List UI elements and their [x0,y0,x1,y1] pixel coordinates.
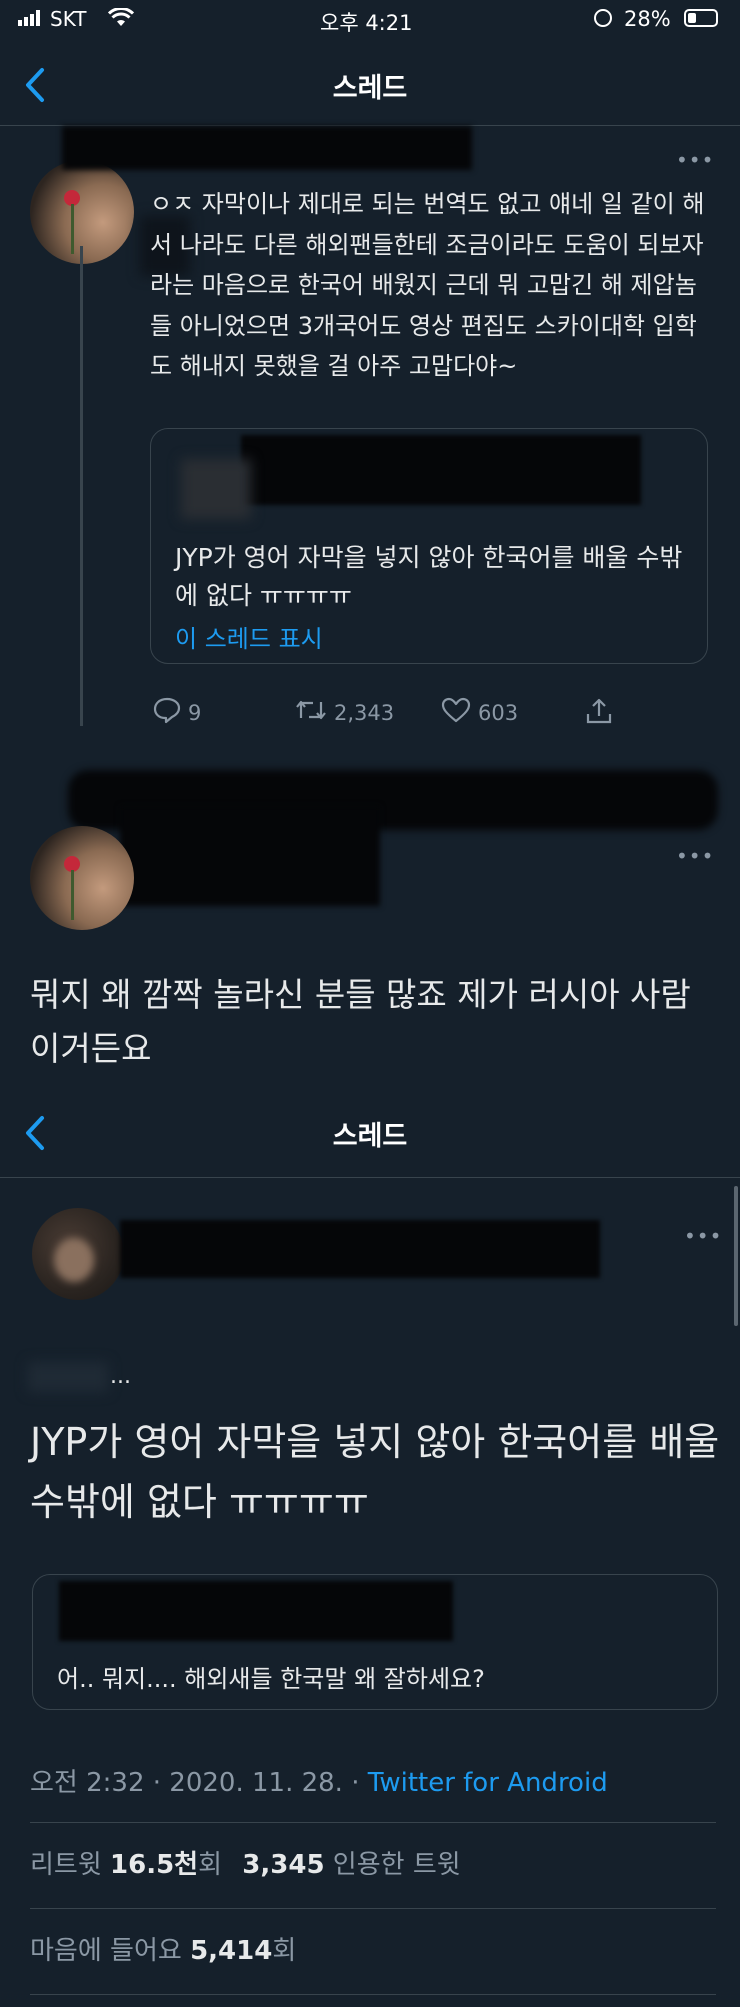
redacted-quote-author [241,435,641,505]
timestamp-text: 오전 2:32 · 2020. 11. 28. · [30,1768,368,1798]
retweet-count: 2,343 [334,700,395,725]
quoted-tweet-card[interactable]: JYP가 영어 자막을 넣지 않아 한국어를 배울 수밖에 없다 ㅠㅠㅠㅠ 이 … [150,428,708,664]
like-button[interactable]: 603 [440,696,518,729]
status-bar: SKT 오후 4:21 28% [0,0,740,44]
share-button[interactable] [584,696,614,731]
tweet-text: JYP가 영어 자막을 넣지 않아 한국어를 배울 수밖에 없다 ㅠㅠㅠㅠ [30,1420,720,1524]
redacted-username [120,1220,600,1278]
reply-to-ellipsis: ... [110,1364,131,1389]
clock: 오후 4:21 [320,11,413,35]
heart-icon [440,696,472,729]
source-link[interactable]: Twitter for Android [368,1768,608,1798]
more-icon[interactable]: ••• [676,148,714,172]
nav-bar: 스레드 [0,44,740,126]
tweet[interactable]: ••• 뭐지 왜 깜짝 놀라신 분들 많죠 제가 러시아 사람이거든요 [0,746,740,1076]
like-label: 마음에 들어요 [30,1936,191,1966]
stats-divider [30,1822,716,1823]
like-suffix: 회 [272,1936,297,1966]
thread-line [80,246,83,726]
quoted-tweet-card[interactable]: 어.. 뭐지.... 해외새들 한국말 왜 잘하세요? [32,1574,718,1710]
tweet[interactable]: ••• ㅇㅈ 자막이나 제대로 되는 번역도 없고 얘네 일 같이 해서 나라도… [0,126,740,746]
nav-title: 스레드 [332,1121,408,1152]
avatar[interactable] [32,1208,124,1300]
like-total: 5,414 [190,1936,273,1966]
reply-icon [152,696,182,729]
retweet-total: 16.5천 [110,1850,199,1880]
more-icon[interactable]: ••• [684,1224,722,1248]
reply-count: 9 [188,700,202,725]
retweet-button[interactable]: 2,343 [294,696,394,729]
main-tweet: ••• ... JYP가 영어 자막을 넣지 않아 한국어를 배울 수밖에 없다… [0,1178,740,2007]
quote-total: 3,345 [242,1850,325,1880]
blurred-reply-to [28,1362,108,1392]
tweet-text: ㅇㅈ 자막이나 제대로 되는 번역도 없고 얘네 일 같이 해서 나라도 다른 … [150,190,705,380]
retweet-label: 리트윗 [30,1850,111,1880]
redacted-username [62,126,472,170]
wifi-icon [107,7,135,32]
quote-text: JYP가 영어 자막을 넣지 않아 한국어를 배울 수밖에 없다 ㅠㅠㅠㅠ [175,543,683,610]
redacted-username [120,806,380,906]
blurred-avatar [181,459,251,519]
retweet-stats[interactable]: 리트윗 16.5천회 3,345 인용한 트윗 [30,1844,461,1881]
retweet-suffix: 회 [198,1850,223,1880]
more-icon[interactable]: ••• [676,844,714,868]
carrier: SKT [50,7,87,31]
share-icon [584,696,614,731]
like-stats[interactable]: 마음에 들어요 5,414회 [30,1930,296,1967]
reply-button[interactable]: 9 [152,696,201,729]
redacted-quote-author [59,1581,453,1641]
quote-text: 어.. 뭐지.... 해외새들 한국말 왜 잘하세요? [57,1665,485,1693]
show-thread-link[interactable]: 이 스레드 표시 [175,619,323,654]
battery-percent: 28% [624,7,671,31]
nav-bar: 스레드 [0,1100,740,1178]
stats-divider [30,1908,716,1909]
quote-label: 인용한 트윗 [324,1850,461,1880]
retweet-icon [294,696,328,729]
tweet-timestamp: 오전 2:32 · 2020. 11. 28. · Twitter for An… [30,1762,608,1799]
avatar[interactable] [30,826,134,930]
stats-divider [30,1994,716,1995]
like-count: 603 [478,700,519,725]
rotation-lock-icon [594,9,612,27]
battery-icon [684,9,718,27]
nav-title: 스레드 [332,73,408,104]
tweet-text: 뭐지 왜 깜짝 놀라신 분들 많죠 제가 러시아 사람이거든요 [30,975,691,1068]
signal-icon [18,10,42,26]
